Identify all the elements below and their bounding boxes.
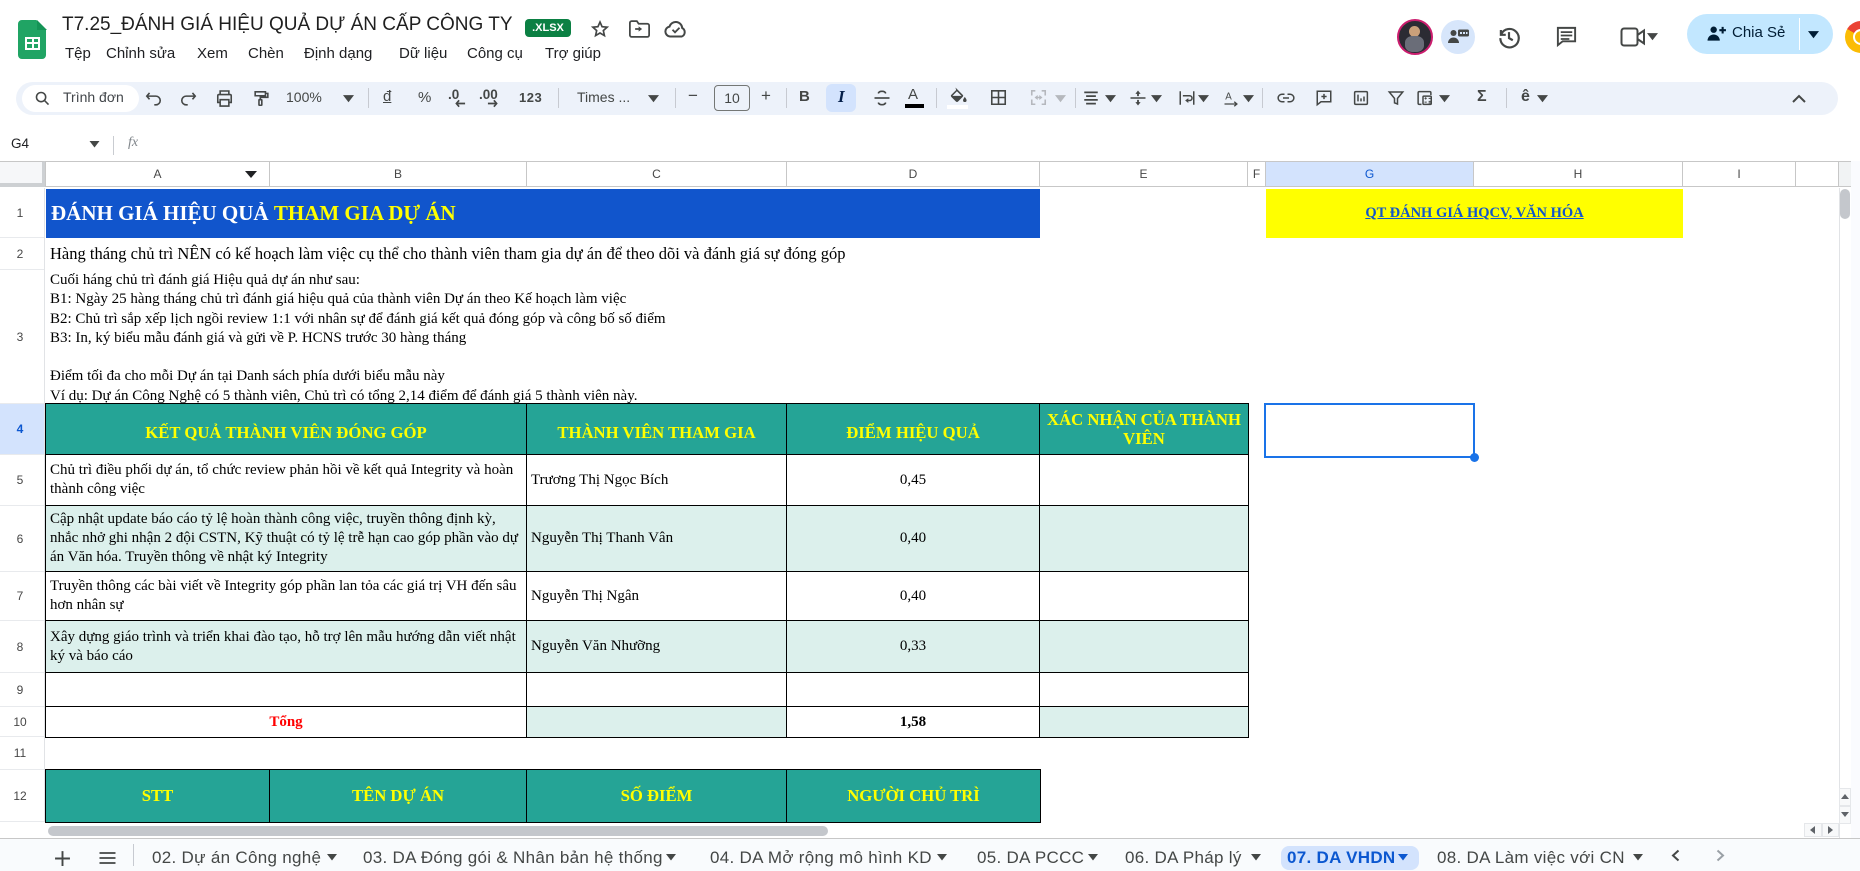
svg-text:A: A — [1225, 92, 1232, 103]
